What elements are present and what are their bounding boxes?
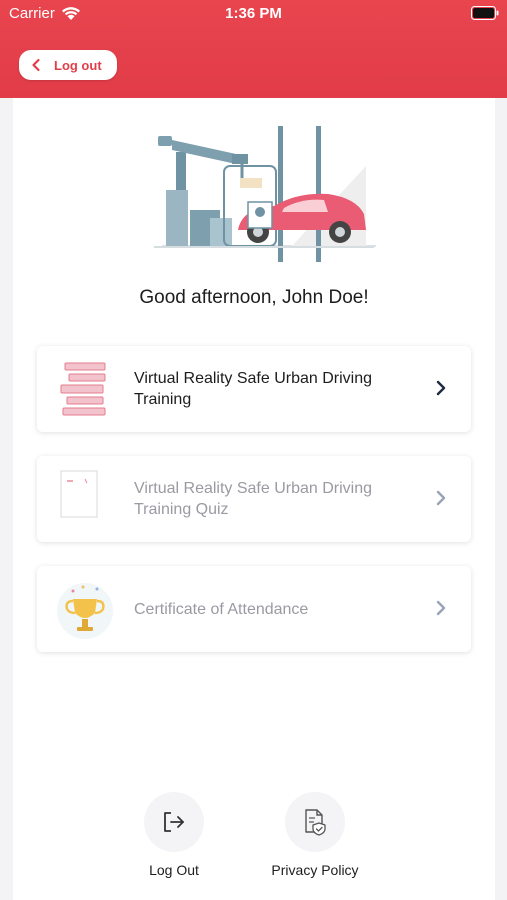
certificate-card-title: Certificate of Attendance: [134, 601, 309, 618]
greeting-text: Good afternoon, John Doe!: [139, 287, 369, 308]
privacy-policy-label: Privacy Policy: [271, 862, 359, 878]
certificate-card[interactable]: Certificate of Attendance: [37, 566, 471, 652]
app-header: Carrier 1:36 PM Log out: [0, 0, 507, 98]
chevron-left-icon: [32, 58, 40, 72]
logout-label: Log Out: [149, 862, 199, 878]
logout-icon: [164, 812, 184, 832]
privacy-icon-circle: [285, 792, 345, 852]
car-assembly-illustration: [154, 126, 376, 262]
chevron-right-icon: [436, 600, 446, 616]
main-panel: Good afternoon, John Doe! Virtual Realit…: [13, 98, 495, 900]
logout-icon-circle: [144, 792, 204, 852]
training-card[interactable]: Virtual Reality Safe Urban Driving Train…: [37, 346, 471, 432]
privacy-policy-button[interactable]: Privacy Policy: [255, 792, 375, 878]
chevron-right-icon: [436, 380, 446, 396]
books-icon: [60, 362, 106, 416]
logout-back-button[interactable]: Log out: [19, 50, 117, 80]
battery-icon: [471, 6, 499, 20]
chevron-right-icon: [436, 490, 446, 506]
quiz-card-title: Virtual Reality Safe Urban Driving Train…: [134, 480, 373, 518]
logout-button[interactable]: Log Out: [114, 792, 234, 878]
status-bar: Carrier 1:36 PM: [0, 0, 507, 28]
trophy-icon: [57, 583, 113, 639]
quiz-document-icon: [60, 470, 98, 518]
training-card-title: Virtual Reality Safe Urban Driving Train…: [134, 370, 373, 408]
quiz-card[interactable]: Virtual Reality Safe Urban Driving Train…: [37, 456, 471, 542]
logout-back-label: Log out: [54, 57, 102, 73]
privacy-document-icon: [305, 809, 326, 836]
status-time: 1:36 PM: [225, 5, 282, 22]
